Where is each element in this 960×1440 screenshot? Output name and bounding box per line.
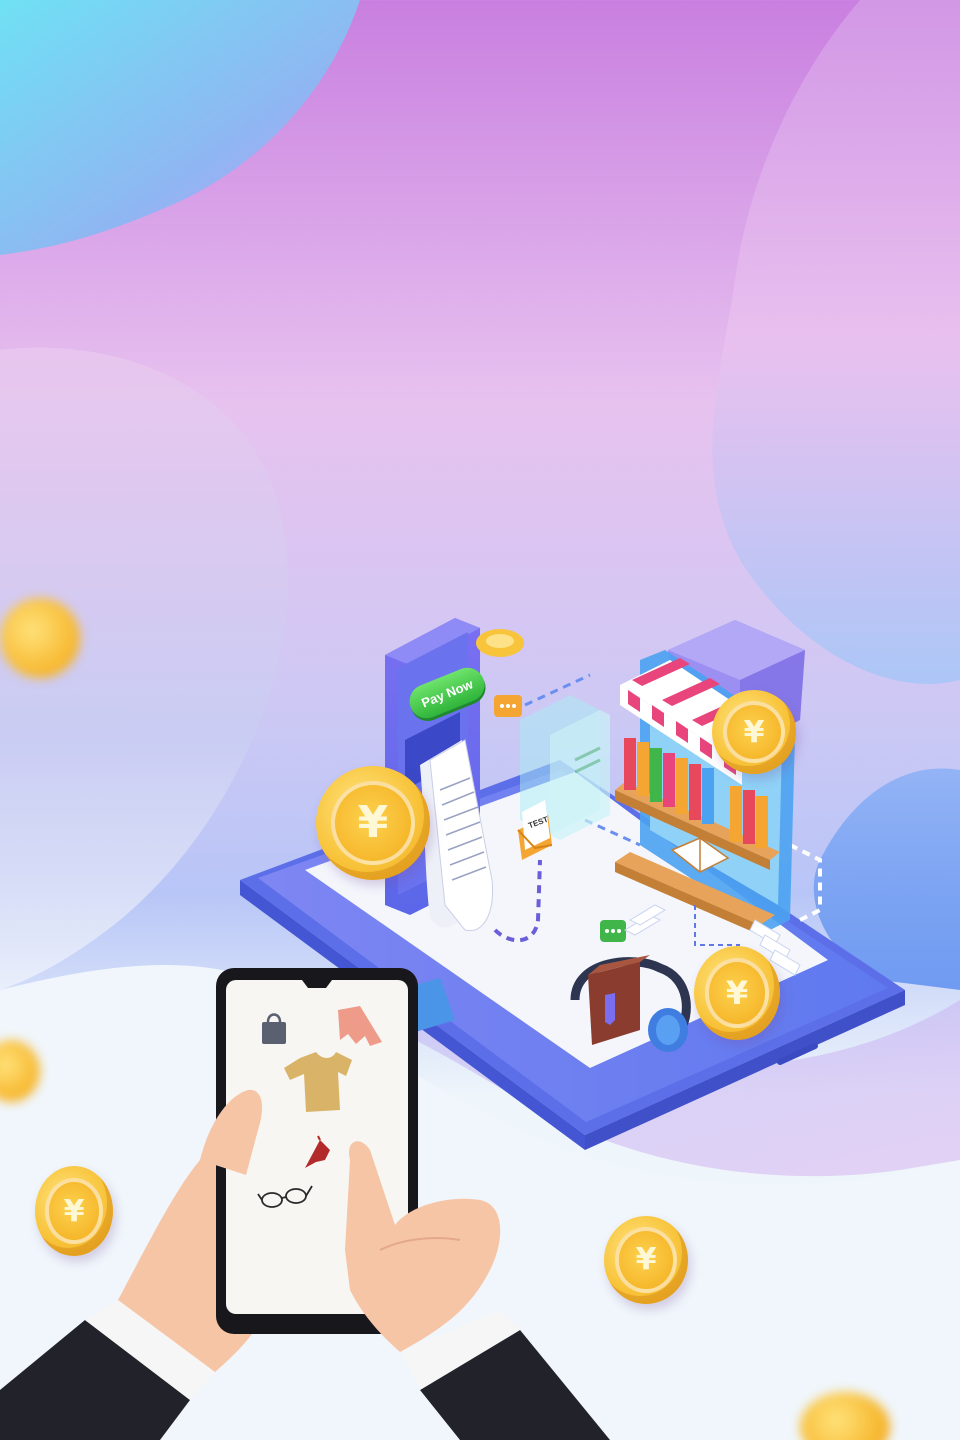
hands-phone xyxy=(0,968,610,1440)
illustration: ¥ ¥ ¥ ¥ ¥ Pay Now TEST xyxy=(0,0,960,1440)
